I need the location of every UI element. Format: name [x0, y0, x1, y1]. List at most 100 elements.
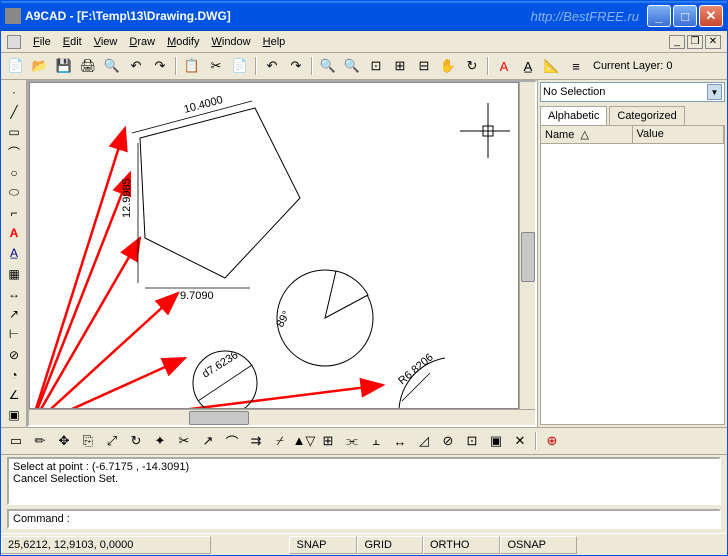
print-icon[interactable]: 🖨	[77, 55, 99, 77]
menu-window[interactable]: Window	[205, 34, 256, 50]
erase-icon[interactable]: ✏	[29, 430, 51, 452]
chamfer-icon[interactable]: ◿	[413, 430, 435, 452]
maximize-button[interactable]: □	[673, 5, 697, 27]
status-grid[interactable]: GRID	[357, 536, 423, 554]
scale-icon[interactable]: ⤢	[101, 430, 123, 452]
dim-ordinate-icon[interactable]: ⊢	[3, 325, 25, 344]
property-grid[interactable]: Name △ Value	[540, 125, 725, 425]
osnap-toggle-icon[interactable]: ⊕	[541, 430, 563, 452]
zoom-out-icon[interactable]: 🔍	[341, 55, 363, 77]
drawing-canvas[interactable]: 10.4000 12.9985 9.7090 89° d7.6236	[29, 82, 519, 409]
dim-style-icon[interactable]: A̲	[517, 55, 539, 77]
col-name[interactable]: Name △	[541, 126, 633, 143]
redo-icon[interactable]: ↷	[285, 55, 307, 77]
move-icon[interactable]: ✥	[53, 430, 75, 452]
paste-icon[interactable]: 📄	[229, 55, 251, 77]
divide-icon[interactable]: ⊘	[437, 430, 459, 452]
dim-linear-icon[interactable]: ↔	[3, 284, 25, 303]
open-icon[interactable]: 📂	[29, 55, 51, 77]
ellipse-icon[interactable]: ⬭	[3, 183, 25, 202]
join-icon[interactable]: ⫘	[341, 430, 363, 452]
redo-curve-icon[interactable]: ↷	[149, 55, 171, 77]
find-icon[interactable]: 🔍	[101, 55, 123, 77]
cut-icon[interactable]: ✂	[205, 55, 227, 77]
menu-draw[interactable]: Draw	[123, 34, 161, 50]
text-style-icon[interactable]: A	[493, 55, 515, 77]
zoom-in-icon[interactable]: 🔍	[317, 55, 339, 77]
status-osnap[interactable]: OSNAP	[500, 536, 577, 554]
status-ortho[interactable]: ORTHO	[423, 536, 501, 554]
chevron-down-icon[interactable]: ▼	[707, 84, 722, 100]
dim-12-99: 12.9985	[121, 178, 133, 218]
extend-icon[interactable]: ↗	[197, 430, 219, 452]
command-history[interactable]: Select at point : (-6.7175 , -14.3091) C…	[7, 457, 721, 505]
align-icon[interactable]: ⫠	[365, 430, 387, 452]
properties-icon[interactable]: 📐	[541, 55, 563, 77]
pan-icon[interactable]: ✋	[437, 55, 459, 77]
mdi-restore-button[interactable]: ❐	[687, 35, 703, 49]
mtext-icon[interactable]: A̲	[3, 244, 25, 263]
redraw-icon[interactable]: ↻	[461, 55, 483, 77]
command-prompt: Command :	[13, 513, 70, 525]
status-snap[interactable]: SNAP	[289, 536, 357, 554]
stretch-icon[interactable]: ↔	[389, 430, 411, 452]
mirror-icon[interactable]: ▲▽	[293, 430, 315, 452]
dim-angular-icon[interactable]: ∠	[3, 386, 25, 405]
array-icon[interactable]: ⊞	[317, 430, 339, 452]
app-icon	[5, 8, 21, 24]
image-icon[interactable]: ▣	[3, 406, 25, 425]
undo-curve-icon[interactable]: ↶	[125, 55, 147, 77]
arc-icon[interactable]: ⌒	[3, 143, 25, 162]
menu-file[interactable]: File	[27, 34, 57, 50]
rectangle-icon[interactable]: ▭	[3, 122, 25, 141]
dim-aligned-icon[interactable]: ↗	[3, 305, 25, 324]
new-icon[interactable]: 📄	[5, 55, 27, 77]
mdi-close-button[interactable]: ✕	[705, 35, 721, 49]
dim-radius-icon[interactable]: ◔	[3, 365, 25, 384]
watermark: http://BestFREE.ru	[531, 9, 639, 24]
col-value[interactable]: Value	[633, 126, 725, 143]
select-rect-icon[interactable]: ▭	[5, 430, 27, 452]
close-button[interactable]: ✕	[699, 5, 723, 27]
title-text: A9CAD - [F:\Temp\13\Drawing.DWG]	[25, 9, 531, 23]
mdi-minimize-button[interactable]: _	[669, 35, 685, 49]
zoom-window-icon[interactable]: ⊡	[365, 55, 387, 77]
dim-diameter-icon[interactable]: ⊘	[3, 345, 25, 364]
save-icon[interactable]: 💾	[53, 55, 75, 77]
menu-modify[interactable]: Modify	[161, 34, 205, 50]
horizontal-scrollbar[interactable]	[29, 409, 535, 425]
command-input[interactable]: Command :	[7, 509, 721, 529]
tab-alphabetic[interactable]: Alphabetic	[540, 106, 607, 125]
copy-icon[interactable]: 📋	[181, 55, 203, 77]
polyline-icon[interactable]: ⌐	[3, 203, 25, 222]
document-icon[interactable]	[7, 35, 21, 49]
cmd-line-1: Select at point : (-6.7175 , -14.3091)	[13, 461, 715, 473]
rotate-icon[interactable]: ↻	[125, 430, 147, 452]
point-icon[interactable]: ·	[3, 82, 25, 101]
menu-help[interactable]: Help	[257, 34, 292, 50]
cancel-icon[interactable]: ✕	[509, 430, 531, 452]
selection-combo[interactable]: No Selection ▼	[540, 82, 725, 102]
menu-edit[interactable]: Edit	[57, 34, 88, 50]
fillet-icon[interactable]: ⌒	[221, 430, 243, 452]
tab-categorized[interactable]: Categorized	[609, 106, 684, 125]
undo-icon[interactable]: ↶	[261, 55, 283, 77]
offset-icon[interactable]: ⇉	[245, 430, 267, 452]
zoom-extents-icon[interactable]: ⊞	[389, 55, 411, 77]
layers-icon[interactable]: ≡	[565, 55, 587, 77]
text-icon[interactable]: A	[3, 224, 25, 243]
copy-obj-icon[interactable]: ⎘	[77, 430, 99, 452]
menu-view[interactable]: View	[88, 34, 124, 50]
dim-diameter: d7.6236	[200, 349, 240, 380]
trim-icon[interactable]: ✂	[173, 430, 195, 452]
circle-icon[interactable]: ○	[3, 163, 25, 182]
hatch-icon[interactable]: ▦	[3, 264, 25, 283]
zoom-previous-icon[interactable]: ⊟	[413, 55, 435, 77]
line-icon[interactable]: ╱	[3, 102, 25, 121]
minimize-button[interactable]: _	[647, 5, 671, 27]
vertical-scrollbar[interactable]	[519, 82, 535, 409]
measure-icon[interactable]: ⊡	[461, 430, 483, 452]
explode-icon[interactable]: ✦	[149, 430, 171, 452]
break-icon[interactable]: ⌿	[269, 430, 291, 452]
block-icon[interactable]: ▣	[485, 430, 507, 452]
